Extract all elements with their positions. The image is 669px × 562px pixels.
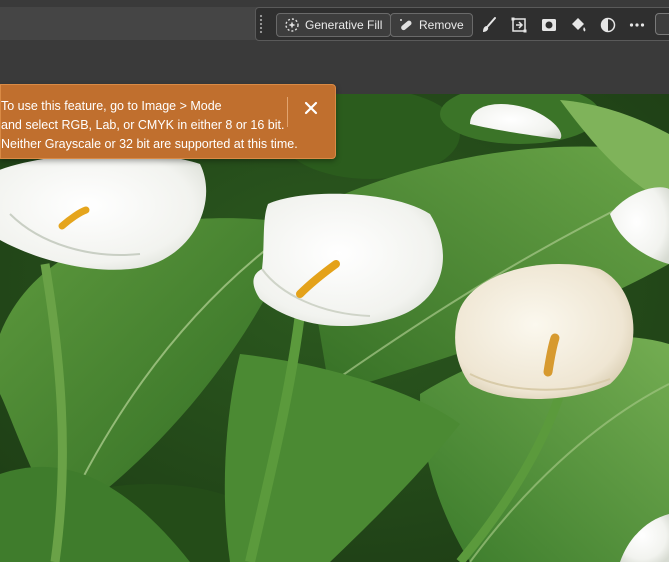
mask-icon[interactable]: [540, 16, 558, 34]
generative-fill-icon: [284, 17, 300, 33]
contextual-task-bar: Generative Fill Remove: [255, 7, 669, 41]
remove-label: Remove: [419, 18, 464, 32]
paint-bucket-icon[interactable]: [569, 16, 587, 34]
drag-handle-icon[interactable]: [259, 14, 263, 34]
toast-message: To use this feature, go to Image > Mode …: [1, 97, 298, 154]
toast-divider: [287, 97, 288, 127]
toast-line-3: Neither Grayscale or 32 bit are supporte…: [1, 137, 298, 151]
brush-icon[interactable]: [480, 16, 498, 34]
transform-icon[interactable]: [510, 16, 528, 34]
overflow-edge-button[interactable]: [655, 13, 669, 35]
top-edge: [0, 0, 669, 7]
photo-canvas[interactable]: [0, 94, 669, 562]
toast-line-2: and select RGB, Lab, or CMYK in either 8…: [1, 118, 285, 132]
unsupported-mode-toast: To use this feature, go to Image > Mode …: [0, 84, 336, 159]
remove-bandage-icon: [398, 17, 414, 33]
calla-lily-photo: [0, 94, 669, 562]
generative-fill-button[interactable]: Generative Fill: [276, 13, 392, 37]
generative-fill-label: Generative Fill: [305, 18, 383, 32]
toast-line-1: To use this feature, go to Image > Mode: [1, 99, 222, 113]
remove-button[interactable]: Remove: [390, 13, 473, 37]
more-icon[interactable]: [628, 16, 646, 34]
adjustment-icon[interactable]: [599, 16, 617, 34]
close-icon[interactable]: [300, 97, 322, 119]
